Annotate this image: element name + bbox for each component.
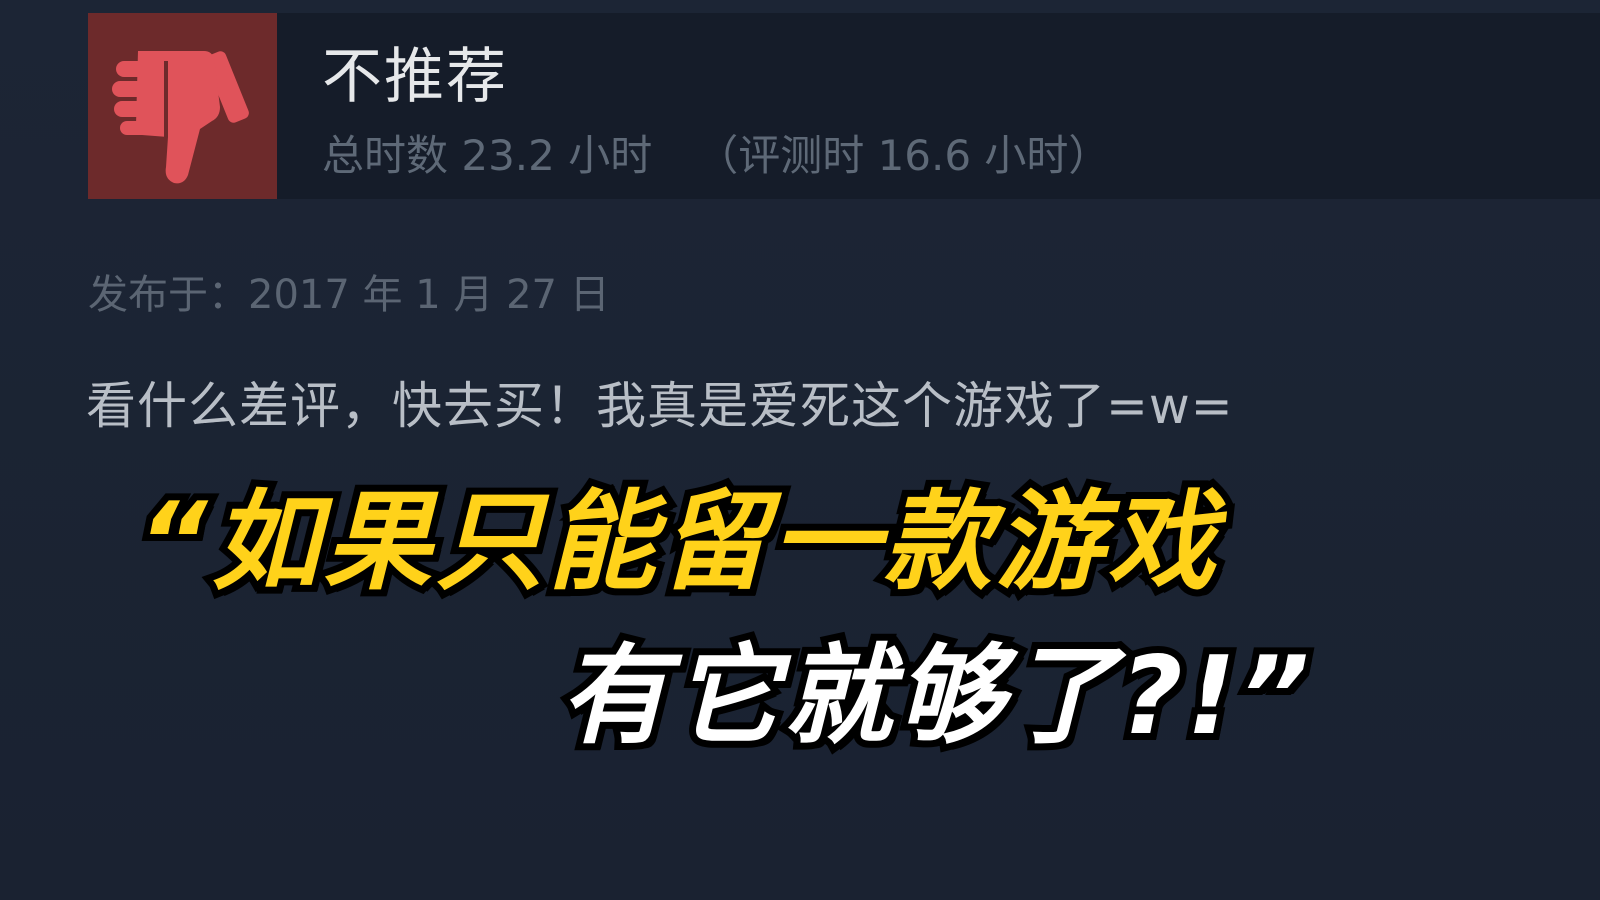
review-page: 不推荐 总时数 23.2 小时 （评测时 16.6 小时） 发布于：2017 年 … xyxy=(0,0,1600,900)
review-verdict: 不推荐 xyxy=(322,42,508,112)
thumbs-down-badge xyxy=(88,13,277,199)
caption-line-1: “如果只能留一款游戏 xyxy=(131,473,1223,612)
thumbs-down-icon xyxy=(112,51,249,184)
caption-line-2: 有它就够了?!” xyxy=(553,627,1316,766)
hours-at-review: （评测时 16.6 小时） xyxy=(696,131,1111,180)
review-body: 看什么差评，快去买！我真是爱死这个游戏了=w= xyxy=(86,377,1234,435)
playtime: 总时数 23.2 小时 （评测时 16.6 小时） xyxy=(322,131,1110,181)
posted-date: 发布于：2017 年 1 月 27 日 xyxy=(88,272,610,318)
total-hours: 总时数 23.2 小时 xyxy=(322,131,653,180)
review-header: 不推荐 总时数 23.2 小时 （评测时 16.6 小时） xyxy=(88,13,1600,199)
